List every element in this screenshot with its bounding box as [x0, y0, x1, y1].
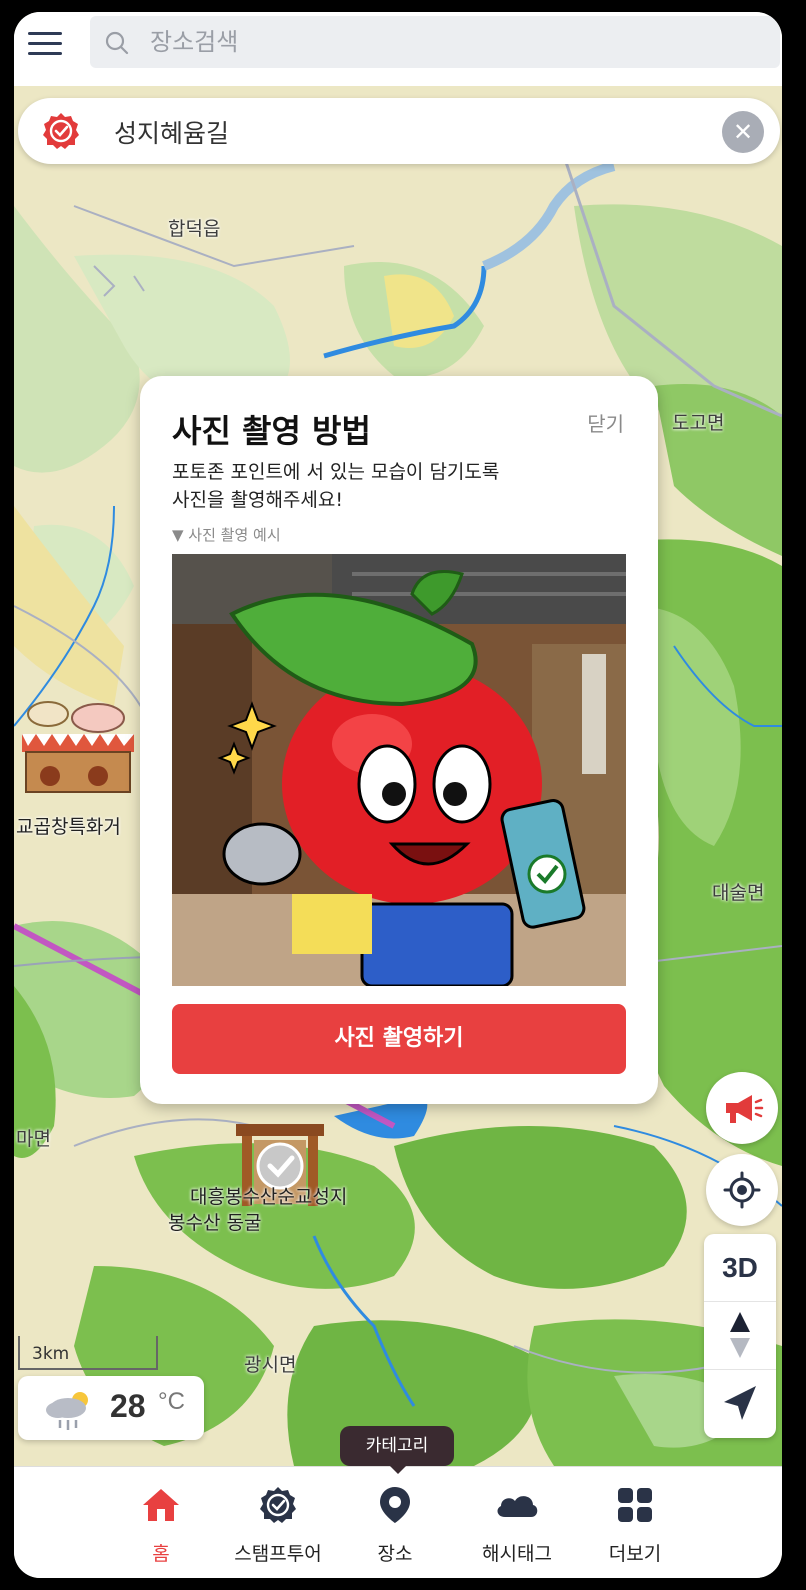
- search-bar[interactable]: [90, 16, 780, 68]
- category-tooltip: 카테고리: [340, 1426, 454, 1474]
- nav-stamp-tour-label: 스탬프투어: [234, 1543, 322, 1565]
- compass-button[interactable]: [704, 1302, 776, 1370]
- map-scale-bar: 3km: [18, 1336, 158, 1370]
- nav-stamp-tour[interactable]: 스탬프투어: [219, 1485, 337, 1565]
- market-stall-icon: [22, 701, 134, 793]
- stamp-badge-icon: [260, 1487, 296, 1523]
- example-toggle[interactable]: ▼ 사진 촬영 예시: [172, 524, 281, 545]
- grid-icon: [618, 1488, 652, 1522]
- my-location-button[interactable]: [706, 1154, 778, 1226]
- app-screen: 합덕읍 도고면 대술면 마면 광시면 교곱창특화거 대흥봉수산순교성지 봉수산 …: [14, 12, 782, 1578]
- photo-guide-modal: 사진 촬영 방법 닫기 포토존 포인트에 서 있는 모습이 담기도록 사진을 촬…: [140, 376, 658, 1104]
- hamburger-menu-button[interactable]: [26, 26, 66, 60]
- bottom-navigation: 홈 스탬프투어 장소 해시태그 더보기: [14, 1466, 782, 1578]
- temperature-unit: °C: [158, 1388, 185, 1415]
- navigate-button[interactable]: [704, 1370, 776, 1438]
- nav-home-label: 홈: [152, 1543, 170, 1565]
- map-label-gwangsi: 광시면: [244, 1354, 297, 1376]
- nav-hashtag-label: 해시태그: [482, 1543, 552, 1565]
- poi-gopchang-marker[interactable]: [18, 692, 136, 802]
- nav-places-label: 장소: [377, 1543, 413, 1565]
- route-title: 성지혜윰길: [114, 119, 230, 148]
- compass-icon: [730, 1312, 750, 1358]
- nav-places[interactable]: 장소: [336, 1485, 454, 1565]
- nav-hashtag[interactable]: 해시태그: [458, 1485, 576, 1565]
- location-pin-icon: [380, 1487, 410, 1523]
- temperature-value: 28: [110, 1388, 146, 1424]
- close-icon: ✕: [732, 118, 754, 146]
- navigation-arrow-icon: [724, 1386, 756, 1420]
- stamp-badge-icon: [43, 113, 79, 149]
- announcement-button[interactable]: [706, 1072, 778, 1144]
- map-label-dogo: 도고면: [672, 412, 725, 434]
- map-label-daesul: 대술면: [712, 882, 765, 904]
- map-label-hapdeok: 합덕읍: [168, 218, 221, 240]
- hamburger-icon: [28, 32, 62, 35]
- nav-more[interactable]: 더보기: [576, 1485, 694, 1565]
- search-icon: [105, 31, 129, 55]
- cloud-icon: [497, 1496, 538, 1517]
- nav-more-label: 더보기: [608, 1543, 662, 1565]
- megaphone-icon: [726, 1095, 764, 1123]
- take-photo-button[interactable]: 사진 촬영하기: [172, 1004, 626, 1074]
- home-icon: [143, 1489, 179, 1521]
- poi-gopchang-label: 교곱창특화거: [16, 816, 121, 838]
- route-close-button[interactable]: ✕: [722, 111, 764, 153]
- three-d-label: 3D: [722, 1252, 758, 1283]
- nav-home[interactable]: 홈: [102, 1485, 220, 1565]
- modal-close-button[interactable]: 닫기: [587, 408, 624, 437]
- modal-description: 포토존 포인트에 서 있는 모습이 담기도록 사진을 촬영해주세요!: [172, 461, 500, 511]
- map-control-stack: 3D: [704, 1234, 776, 1438]
- poi-bongsusan-label: 대흥봉수산순교성지: [190, 1186, 348, 1208]
- modal-title: 사진 촬영 방법: [172, 412, 371, 450]
- example-photo: [172, 554, 626, 986]
- map-label-ma: 마면: [16, 1128, 51, 1150]
- weather-widget[interactable]: 28 °C: [18, 1376, 204, 1440]
- route-header: 성지혜윰길 ✕: [18, 98, 780, 164]
- poi-donggul-label: 봉수산 동굴: [168, 1212, 262, 1234]
- apple-mascot-illustration: [172, 554, 626, 986]
- phone-frame: 합덕읍 도고면 대술면 마면 광시면 교곱창특화거 대흥봉수산순교성지 봉수산 …: [0, 0, 806, 1590]
- crosshair-icon: [723, 1171, 761, 1209]
- toggle-3d-button[interactable]: 3D: [704, 1234, 776, 1302]
- search-input[interactable]: [150, 16, 750, 68]
- cloud-rain-sun-icon: [46, 1392, 88, 1430]
- top-bar: [14, 12, 782, 86]
